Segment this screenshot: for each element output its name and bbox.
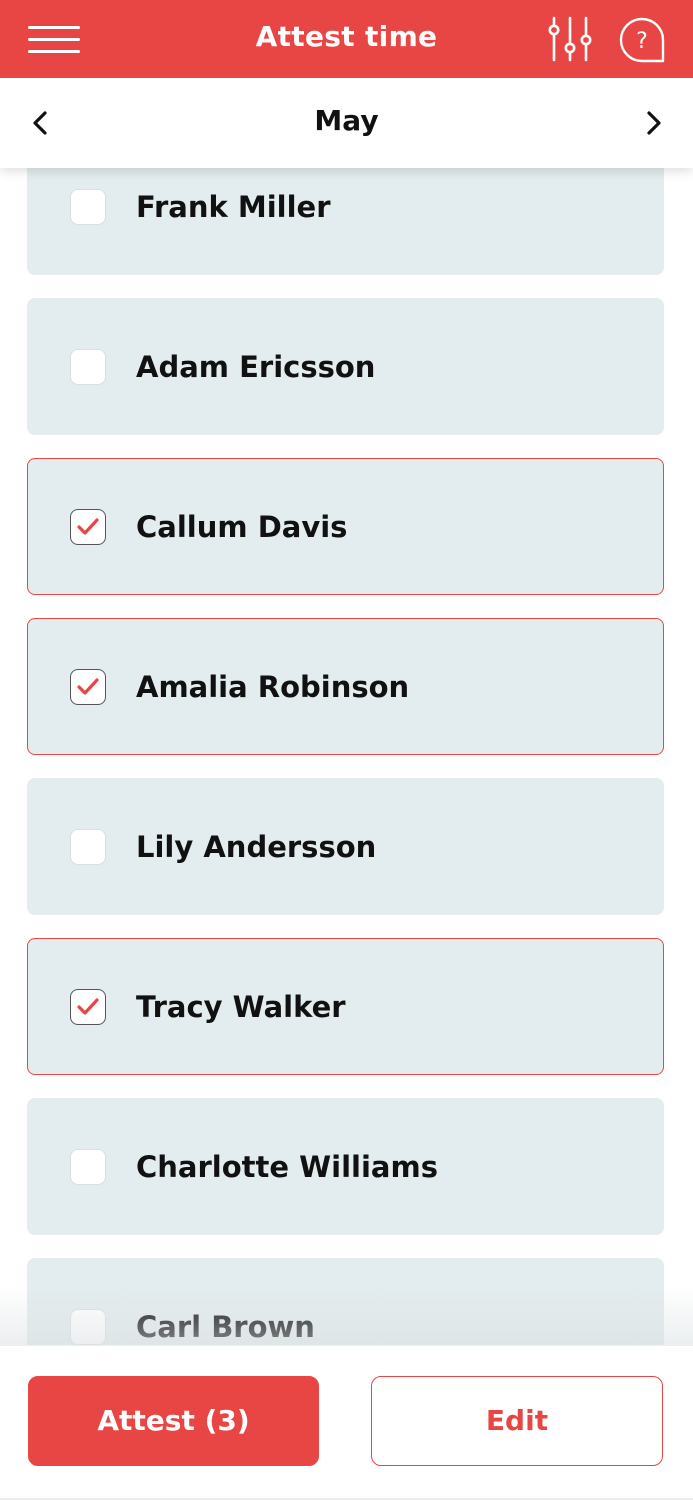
employee-name: Charlotte Williams: [136, 1149, 438, 1184]
employee-card[interactable]: Charlotte Williams: [27, 1098, 664, 1235]
employee-checkbox[interactable]: [70, 668, 106, 705]
employee-checkbox[interactable]: [70, 1148, 106, 1185]
employee-card[interactable]: Adam Ericsson: [27, 298, 664, 435]
employee-checkbox[interactable]: [70, 988, 106, 1025]
employee-checkbox[interactable]: [70, 828, 106, 865]
employee-name: Tracy Walker: [136, 989, 346, 1024]
employee-name: Lily Andersson: [136, 829, 377, 864]
checkmark-icon: [77, 997, 99, 1015]
attest-time-screen: Frank Miller Adam Ericsson Callum Davis …: [0, 0, 693, 1500]
employee-card[interactable]: Callum Davis: [27, 458, 664, 595]
employee-checkbox[interactable]: [70, 1308, 106, 1345]
employee-name: Frank Miller: [136, 189, 331, 224]
employee-card[interactable]: Carl Brown: [27, 1258, 664, 1345]
chevron-right-icon[interactable]: [636, 106, 670, 140]
employee-checkbox[interactable]: [70, 348, 106, 385]
help-icon[interactable]: ?: [618, 16, 666, 64]
employee-checkbox[interactable]: [70, 508, 106, 545]
employee-name: Callum Davis: [136, 509, 348, 544]
month-navigation: May: [0, 78, 693, 168]
sliders-icon[interactable]: [546, 14, 596, 64]
svg-text:?: ?: [636, 29, 648, 54]
employee-card[interactable]: Lily Andersson: [27, 778, 664, 915]
employee-name: Amalia Robinson: [136, 669, 410, 704]
employee-list[interactable]: Frank Miller Adam Ericsson Callum Davis …: [0, 0, 693, 1345]
employee-name: Carl Brown: [136, 1309, 315, 1344]
edit-button[interactable]: Edit: [371, 1376, 663, 1466]
app-header: Attest time ?: [0, 0, 693, 78]
month-label: May: [314, 104, 379, 137]
attest-button[interactable]: Attest (3): [28, 1376, 319, 1466]
employee-checkbox[interactable]: [70, 188, 106, 225]
checkmark-icon: [77, 517, 99, 535]
menu-icon[interactable]: [28, 24, 82, 54]
action-bar: Attest (3) Edit: [0, 1345, 693, 1500]
employee-card[interactable]: Amalia Robinson: [27, 618, 664, 755]
employee-name: Adam Ericsson: [136, 349, 376, 384]
employee-card[interactable]: Tracy Walker: [27, 938, 664, 1075]
checkmark-icon: [77, 677, 99, 695]
